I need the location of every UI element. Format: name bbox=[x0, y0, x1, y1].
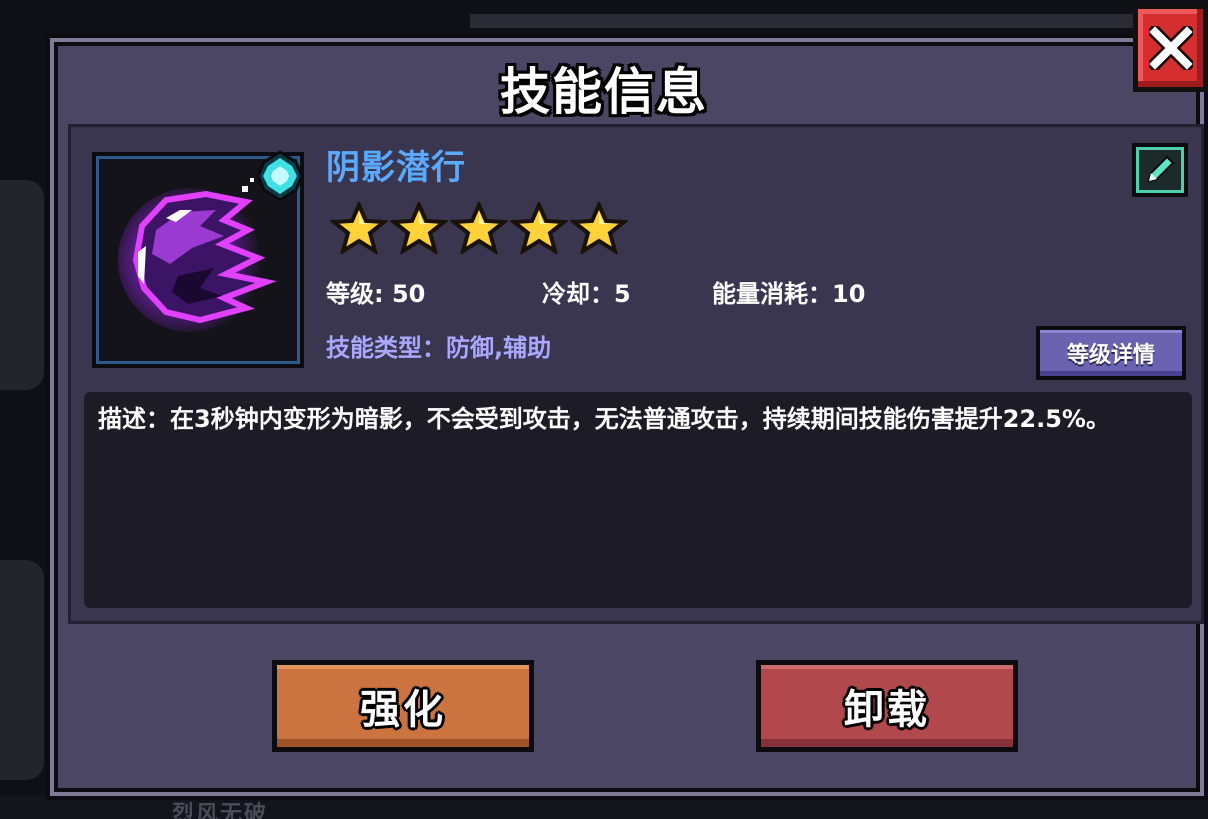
edit-button[interactable] bbox=[1132, 143, 1188, 197]
level-details-button[interactable]: 等级详情 bbox=[1036, 326, 1186, 380]
close-button[interactable] bbox=[1133, 4, 1208, 92]
skill-name: 阴影潜行 bbox=[326, 148, 466, 188]
gold-star-icon bbox=[450, 202, 508, 254]
gold-star-icon bbox=[390, 202, 448, 254]
skill-cooldown: 冷却：5 bbox=[542, 280, 631, 308]
gold-star-icon bbox=[570, 202, 628, 254]
skill-description: 描述：在3秒钟内变形为暗影，不会受到攻击，无法普通攻击，持续期间技能伤害提升22… bbox=[84, 392, 1192, 608]
cyan-gem-icon bbox=[254, 150, 306, 202]
unload-button[interactable]: 卸载 bbox=[756, 660, 1018, 752]
gold-star-icon bbox=[510, 202, 568, 254]
skill-level: 等级: 50 bbox=[326, 280, 426, 308]
upgrade-button[interactable]: 强化 bbox=[272, 660, 534, 752]
skill-energy-cost: 能量消耗：10 bbox=[712, 280, 866, 308]
dialog-title: 技能信息 bbox=[500, 63, 708, 121]
star-rating bbox=[330, 202, 628, 254]
close-x-icon bbox=[1148, 26, 1193, 70]
background-character bbox=[0, 560, 44, 780]
gold-star-icon bbox=[330, 202, 388, 254]
skill-type: 技能类型：防御,辅助 bbox=[326, 334, 552, 362]
pencil-icon bbox=[1147, 155, 1175, 183]
game-screen: 烈风无破 技能信息 阴影潜行 等级: 50 冷却：5 能量消耗：10 技能类型：… bbox=[0, 0, 1208, 819]
background-bar bbox=[470, 14, 1190, 28]
background-character bbox=[0, 180, 44, 390]
